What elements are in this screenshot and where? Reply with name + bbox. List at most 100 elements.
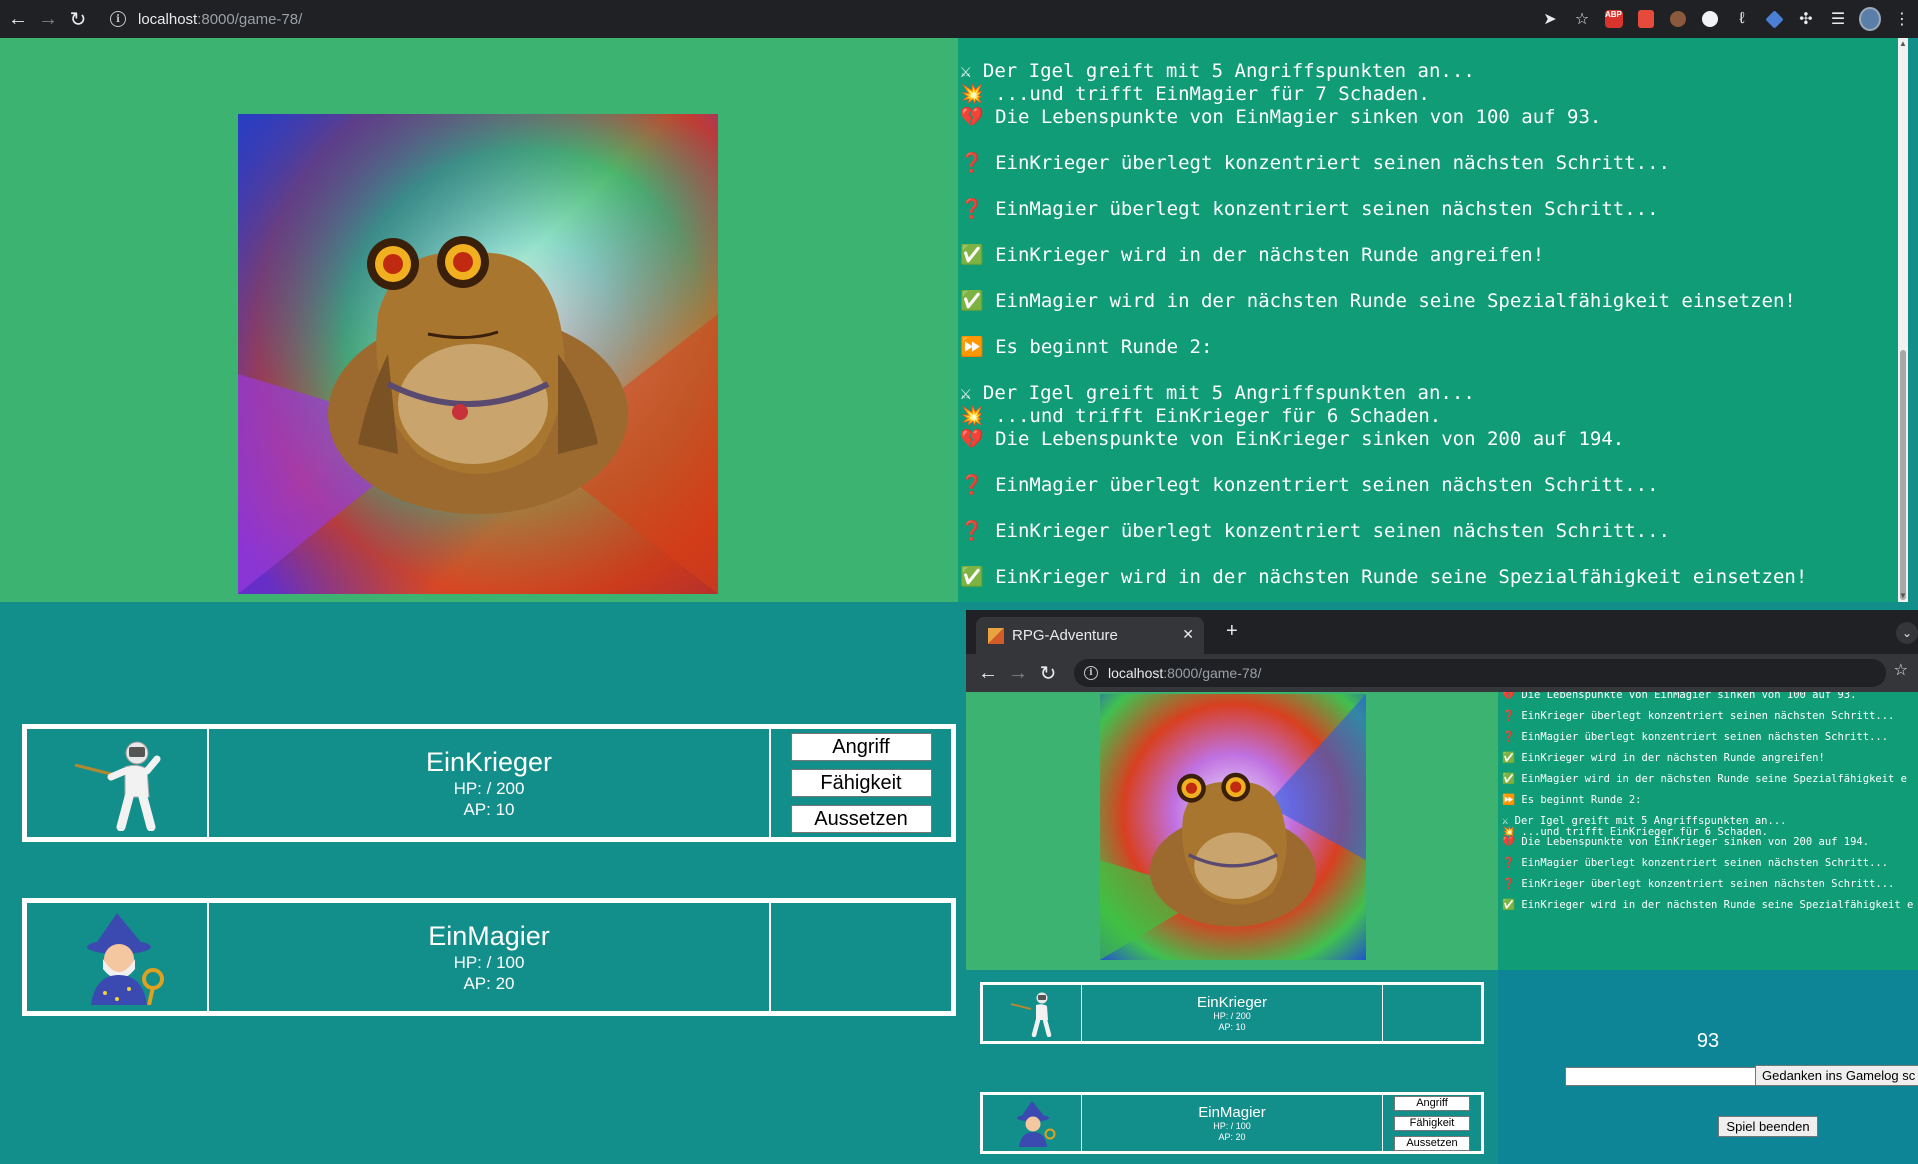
hero-actions: Angriff Fähigkeit Aussetzen [771, 729, 951, 837]
popup-forward-icon[interactable]: → [1006, 661, 1030, 685]
log-line: ⚔ Der Igel greift mit 5 Angriffspunkten … [960, 60, 1475, 82]
log-line: 💥 ...und trifft EinKrieger für 6 Schaden… [960, 405, 1442, 427]
thought-to-log-button[interactable]: Gedanken ins Gamelog sc [1755, 1065, 1918, 1086]
hero-info: EinMagier HP: / 100 AP: 20 [209, 903, 771, 1011]
send-icon[interactable]: ➤ [1539, 8, 1561, 30]
hero-hp: HP: / 200 [453, 779, 525, 798]
popup-hero-actions: Angriff Fähigkeit Aussetzen [1383, 1095, 1481, 1151]
popup-log-line: ⏩ Es beginnt Runde 2: [1502, 794, 1642, 806]
popup-log-line: ❓ EinMagier überlegt konzentriert seinen… [1502, 731, 1889, 743]
reload-icon[interactable]: ↻ [66, 7, 90, 31]
log-line: 💔 Die Lebenspunkte von EinKrieger sinken… [960, 428, 1625, 450]
menu-dots-icon[interactable]: ⋮ [1891, 8, 1913, 30]
popup-bookmark-star-icon[interactable]: ☆ [1894, 660, 1908, 680]
popup-mage-icon [983, 1095, 1082, 1151]
popup-log-line: ⚔ Der Igel greift mit 5 Angriffspunkten … [1502, 815, 1787, 827]
hero-actions-empty [771, 903, 951, 1011]
browser-toolbar: ← → ↻ i localhost:8000/game-78/ ➤ ☆ ABP … [0, 0, 1918, 38]
log-line: 💔 Die Lebenspunkte von EinMagier sinken … [960, 106, 1602, 128]
log-line: ⏩ Es beginnt Runde 2: [960, 336, 1213, 358]
skip-button[interactable]: Aussetzen [790, 805, 932, 833]
ability-button[interactable]: Fähigkeit [790, 769, 932, 797]
profile-avatar[interactable] [1859, 7, 1881, 31]
popup-url-host: localhost [1108, 665, 1164, 681]
popup-log-line: ❓ EinKrieger überlegt konzentriert seine… [1502, 710, 1895, 722]
end-game-button[interactable]: Spiel beenden [1718, 1116, 1818, 1137]
favicon-icon [988, 627, 1004, 644]
popup-tab[interactable]: RPG-Adventure ✕ [976, 617, 1204, 654]
popup-skip-button[interactable]: Aussetzen [1394, 1135, 1470, 1151]
popup-hero-hp: HP: / 100 [1213, 1120, 1251, 1131]
popup-log-line: 💔 Die Lebenspunkte von EinKrieger sinken… [1502, 836, 1870, 848]
popup-hero-name: EinMagier [1198, 1103, 1266, 1121]
log-scrollbar[interactable]: ▲ ▼ [1898, 38, 1908, 602]
brown-extension-icon[interactable] [1667, 8, 1689, 30]
popup-hero-card-magier: EinMagier HP: / 100 AP: 20 Angriff Fähig… [980, 1092, 1484, 1154]
log-line: ❓ EinMagier überlegt konzentriert seinen… [960, 474, 1659, 496]
popup-log-line: 💔 Die Lebenspunkte von EinMagier sinken … [1502, 692, 1857, 701]
reading-list-icon[interactable]: ☰ [1827, 8, 1849, 30]
popup-hp-readout: 93 [1696, 1030, 1720, 1052]
popup-browser-window: RPG-Adventure ✕ + ⌄ ← → ↻ i localhost:80… [966, 610, 1918, 1164]
log-line: ❓ EinMagier überlegt konzentriert seinen… [960, 198, 1659, 220]
popup-hero-ap: AP: 10 [1218, 1021, 1246, 1032]
popup-log-line: ❓ EinMagier überlegt konzentriert seinen… [1502, 857, 1889, 869]
scribble-extension-icon[interactable]: ℓ [1731, 8, 1753, 30]
site-info-icon[interactable]: i [110, 11, 126, 27]
popup-fencer-icon [983, 985, 1082, 1041]
url-text[interactable]: localhost:8000/game-78/ [138, 11, 302, 28]
popup-hero-info: EinMagier HP: / 100 AP: 20 [1082, 1095, 1383, 1151]
popup-back-icon[interactable]: ← [976, 661, 1000, 685]
popup-attack-button[interactable]: Angriff [1394, 1095, 1470, 1111]
popup-hero-actions-empty [1383, 985, 1481, 1041]
attack-button[interactable]: Angriff [790, 733, 932, 761]
popup-tab-strip: RPG-Adventure ✕ + ⌄ [966, 610, 1918, 654]
log-scrollbar-thumb[interactable] [1900, 350, 1906, 600]
log-line: ✅ EinKrieger wird in der nächsten Runde … [960, 566, 1808, 588]
log-line: ✅ EinMagier wird in der nächsten Runde s… [960, 290, 1796, 312]
hero-info: EinKrieger HP: / 200 AP: 10 [209, 729, 771, 837]
popup-game-log-text: 💔 Die Lebenspunkte von EinMagier sinken … [1502, 692, 1913, 911]
close-tab-icon[interactable]: ✕ [1182, 626, 1194, 643]
popup-reload-icon[interactable]: ↻ [1036, 661, 1060, 685]
url-host: localhost [138, 10, 198, 28]
hero-name: EinMagier [428, 921, 550, 951]
popup-enemy-image-area [966, 692, 1498, 970]
log-line: ✅ EinKrieger wird in der nächsten Runde … [960, 244, 1545, 266]
scroll-down-icon[interactable]: ▼ [1899, 592, 1907, 600]
popup-url-text[interactable]: localhost:8000/game-78/ [1108, 665, 1261, 681]
new-tab-icon[interactable]: + [1226, 620, 1238, 643]
hero-name: EinKrieger [425, 747, 553, 777]
log-line: ❓ EinKrieger überlegt konzentriert seine… [960, 520, 1670, 542]
popup-site-info-icon[interactable]: i [1084, 666, 1098, 680]
tab-search-chevron-icon[interactable]: ⌄ [1896, 622, 1918, 644]
fencer-icon [27, 729, 209, 837]
thought-input[interactable] [1565, 1067, 1781, 1086]
adblock-extension-icon[interactable]: ABP [1603, 8, 1625, 30]
popup-tab-title: RPG-Adventure [1012, 627, 1118, 644]
bookmark-star-icon[interactable]: ☆ [1571, 8, 1593, 30]
url-path: :8000/game-78/ [197, 10, 303, 28]
popup-page: 💔 Die Lebenspunkte von EinMagier sinken … [966, 692, 1918, 1164]
popup-ability-button[interactable]: Fähigkeit [1394, 1115, 1470, 1131]
log-line: 💥 ...und trifft EinMagier für 7 Schaden. [960, 83, 1430, 105]
red-extension-icon[interactable] [1635, 8, 1657, 30]
scroll-up-icon[interactable]: ▲ [1899, 40, 1907, 48]
popup-address-bar[interactable]: i localhost:8000/game-78/ [1074, 659, 1886, 687]
address-bar[interactable]: i localhost:8000/game-78/ [110, 4, 1510, 34]
puzzle-extensions-icon[interactable]: ✣ [1795, 8, 1817, 30]
back-icon[interactable]: ← [6, 7, 30, 31]
blue-extension-icon[interactable] [1763, 8, 1785, 30]
popup-hero-hp: HP: / 200 [1213, 1010, 1251, 1021]
white-circle-extension-icon[interactable] [1699, 8, 1721, 30]
popup-url-path: :8000/game-78/ [1163, 665, 1262, 681]
forward-icon[interactable]: → [36, 7, 60, 31]
popup-game-log: 💔 Die Lebenspunkte von EinMagier sinken … [1498, 692, 1918, 970]
hero-hp: HP: / 100 [453, 953, 525, 972]
